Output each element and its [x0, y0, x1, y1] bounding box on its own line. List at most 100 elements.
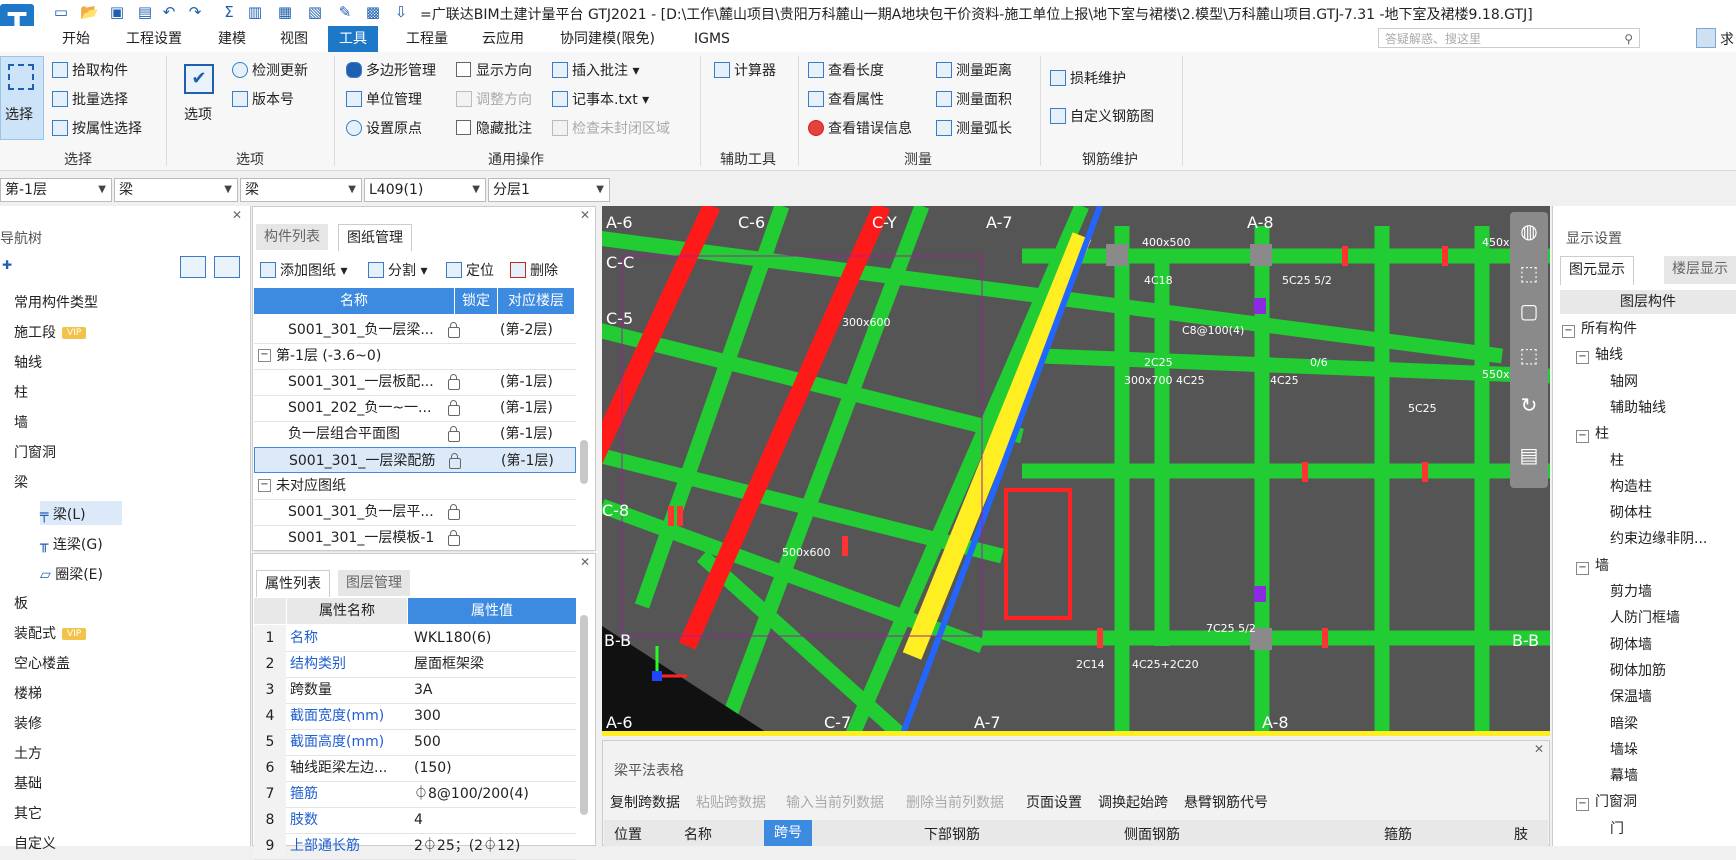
property-value[interactable]: 2⏀25；(2⏀12) [414, 833, 520, 859]
collapse-icon[interactable]: − [1576, 351, 1589, 365]
collapse-icon[interactable]: − [1576, 430, 1589, 444]
menu-cloud[interactable]: 云应用 [472, 26, 534, 52]
measure-area-button[interactable]: 测量面积 [936, 89, 1012, 109]
display-tree-item[interactable]: − 墙 [1576, 555, 1609, 575]
display-tree-item[interactable]: 墙垛 [1610, 739, 1638, 759]
export-icon[interactable]: ▧ [306, 3, 324, 21]
lock-icon[interactable] [448, 400, 460, 416]
display-tree-item[interactable]: 砌体墙 [1610, 634, 1652, 654]
table-toolbar-button[interactable]: 输入当前列数据 [786, 792, 884, 812]
category-select[interactable]: 梁 ▼ [114, 178, 238, 202]
nav-item[interactable]: 其它 [14, 803, 42, 823]
nav-item[interactable]: 常用构件类型 [14, 292, 98, 312]
property-row[interactable]: 9 上部通长筋 2⏀25；(2⏀12) [254, 833, 576, 860]
collapse-icon[interactable]: − [258, 479, 271, 492]
collapse-icon[interactable]: − [258, 349, 271, 362]
pen-icon[interactable]: ✎ [336, 3, 354, 21]
tab-drawing-manage[interactable]: 图纸管理 [338, 224, 412, 251]
table-row[interactable]: S001_301_一层板配... (第-1层) [254, 369, 576, 396]
lock-icon[interactable] [448, 322, 460, 338]
property-row[interactable]: 7 箍筋 ⏀8@100/200(4) [254, 781, 576, 808]
open-file-icon[interactable]: 📂 [80, 3, 99, 21]
property-value[interactable]: 4 [414, 807, 423, 833]
table-row[interactable]: S001_301_一层梁配筋 (第-1层) [254, 447, 576, 473]
menu-modeling[interactable]: 建模 [208, 26, 256, 52]
nav-item[interactable]: 空心楼盖 [14, 653, 70, 673]
options-button[interactable]: 选项 [184, 104, 212, 124]
component-select[interactable]: L409(1) ▼ [364, 178, 486, 202]
property-value[interactable]: ⏀8@100/200(4) [414, 781, 529, 807]
property-row[interactable]: 6 轴线距梁左边... (150) [254, 755, 576, 782]
lock-icon[interactable] [448, 530, 460, 546]
property-row[interactable]: 3 跨数量 3A [254, 677, 576, 704]
loss-maintain-button[interactable]: 损耗维护 [1050, 68, 1126, 88]
nav-item[interactable]: 梁 [14, 472, 28, 492]
property-value[interactable]: 屋面框架梁 [414, 651, 484, 677]
nav-item[interactable]: 装修 [14, 713, 42, 733]
view-property-button[interactable]: 查看属性 [808, 89, 884, 109]
property-value[interactable]: 500 [414, 729, 441, 755]
nav-item-ring-beam[interactable]: ▱ 圈梁(E) [40, 564, 103, 584]
display-tree-item[interactable]: 保温墙 [1610, 686, 1652, 706]
display-tree-item[interactable]: 柱 [1610, 450, 1624, 470]
nav-item[interactable]: 门窗洞 [14, 442, 56, 462]
check-unclosed-button[interactable]: 检查未封闭区域 [552, 118, 670, 138]
table-toolbar-button[interactable]: 删除当前列数据 [906, 792, 1004, 812]
menu-igms[interactable]: IGMS [684, 26, 740, 52]
check-update-button[interactable]: 检测更新 [232, 60, 308, 80]
menu-start[interactable]: 开始 [52, 26, 100, 52]
table-row[interactable]: − 未对应图纸 [254, 473, 576, 500]
collapse-icon[interactable]: − [1576, 798, 1589, 812]
table-toolbar-button[interactable]: 悬臂钢筋代号 [1184, 792, 1268, 812]
add-drawing-button[interactable]: 添加图纸 ▾ [260, 260, 347, 280]
view-length-button[interactable]: 查看长度 [808, 60, 884, 80]
nav-item[interactable]: 楼梯 [14, 683, 42, 703]
lock-icon[interactable] [448, 504, 460, 520]
hide-annotation-checkbox[interactable]: 隐藏批注 [456, 118, 532, 138]
display-tree-item[interactable]: 暗梁 [1610, 713, 1638, 733]
detail-view-icon[interactable] [214, 256, 240, 278]
property-row[interactable]: 4 截面宽度(mm) 300 [254, 703, 576, 730]
adjust-direction-button[interactable]: 调整方向 [456, 89, 532, 109]
display-tree-item[interactable]: 剪力墙 [1610, 581, 1652, 601]
polygon-manage-button[interactable]: 多边形管理 [346, 60, 436, 80]
nav-item-beam-l[interactable]: ╤ 梁(L) [40, 504, 86, 524]
tab-component-list[interactable]: 构件列表 [256, 224, 328, 250]
type-select[interactable]: 梁 ▼ [240, 178, 362, 202]
view-report-icon[interactable]: ▦ [276, 3, 294, 21]
sum-icon[interactable]: Σ [220, 3, 238, 21]
display-tree-item[interactable]: 辅助轴线 [1610, 397, 1666, 417]
custom-rebar-button[interactable]: 自定义钢筋图 [1050, 106, 1154, 126]
view-error-button[interactable]: 查看错误信息 [808, 118, 912, 138]
table-row[interactable]: S001_301_一层模板-1 [254, 525, 576, 552]
display-tree-item[interactable]: 幕墙 [1610, 765, 1638, 785]
property-value[interactable]: 300 [414, 703, 441, 729]
display-tree-item[interactable]: 砌体柱 [1610, 502, 1652, 522]
display-tree-item[interactable]: − 轴线 [1576, 344, 1623, 365]
display-tree-item[interactable]: − 门窗洞 [1576, 791, 1637, 812]
rotate-icon[interactable]: ↻ [1514, 390, 1544, 420]
property-value[interactable]: WKL180(6) [414, 625, 491, 651]
table-toolbar-button[interactable]: 调换起始跨 [1098, 792, 1168, 812]
nav-item[interactable]: 基础 [14, 773, 42, 793]
lock-icon[interactable] [448, 426, 460, 442]
delete-button[interactable]: 删除 [510, 260, 558, 280]
menu-tools[interactable]: 工具 [328, 26, 378, 52]
layer-select[interactable]: 分层1 ▼ [488, 178, 610, 202]
download-icon[interactable]: ⇩ [392, 3, 410, 21]
menu-project-settings[interactable]: 工程设置 [116, 26, 192, 52]
display-tree-item[interactable]: 轴网 [1610, 371, 1638, 391]
table-row[interactable]: 负一层组合平面图 (第-1层) [254, 421, 576, 448]
display-tree-item[interactable]: 砌体加筋 [1610, 660, 1666, 680]
scrollbar[interactable] [580, 440, 588, 484]
top-view-icon[interactable]: ▢ [1514, 296, 1544, 326]
locate-button[interactable]: 定位 [446, 260, 494, 280]
lock-icon[interactable] [448, 374, 460, 390]
new-file-icon[interactable]: ▭ [52, 3, 70, 21]
nav-item[interactable]: 墙 [14, 412, 28, 432]
display-tree-item[interactable]: 约束边缘非阴... [1610, 528, 1707, 548]
batch-select-button[interactable]: 批量选择 [52, 89, 128, 109]
options-icon[interactable]: ✔ [184, 64, 214, 94]
nav-item[interactable]: 柱 [14, 382, 28, 402]
undo-icon[interactable]: ↶ [160, 3, 178, 21]
